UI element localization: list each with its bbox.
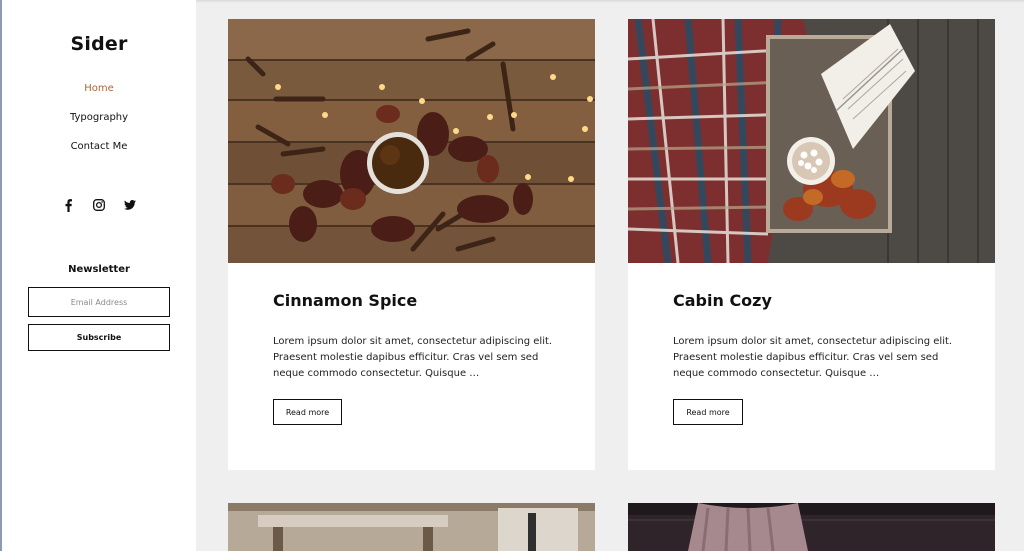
post-title[interactable]: Cabin Cozy xyxy=(673,291,772,310)
twitter-icon[interactable] xyxy=(124,198,136,212)
social-links xyxy=(2,198,196,212)
post-image-cabin-cozy[interactable] xyxy=(628,19,995,263)
post-title[interactable]: Cinnamon Spice xyxy=(273,291,417,310)
main-nav: Home Typography Contact Me xyxy=(2,82,196,169)
post-image-partial[interactable] xyxy=(228,503,595,551)
instagram-icon[interactable] xyxy=(93,198,105,212)
nav-typography[interactable]: Typography xyxy=(2,111,196,140)
subscribe-button[interactable]: Subscribe xyxy=(28,324,170,351)
sidebar: Sider Home Typography Contact Me Newslet… xyxy=(2,0,196,551)
post-image-cinnamon-spice[interactable] xyxy=(228,19,595,263)
site-logo[interactable]: Sider xyxy=(2,33,196,55)
nav-home[interactable]: Home xyxy=(2,82,196,111)
nav-contact-me[interactable]: Contact Me xyxy=(2,140,196,169)
top-shadow xyxy=(196,0,1024,3)
newsletter-heading: Newsletter xyxy=(68,264,130,275)
read-more-button[interactable]: Read more xyxy=(673,399,743,425)
facebook-icon[interactable] xyxy=(62,198,74,212)
post-card: Cinnamon Spice Lorem ipsum dolor sit ame… xyxy=(228,19,595,470)
post-card: Cabin Cozy Lorem ipsum dolor sit amet, c… xyxy=(628,19,995,470)
post-excerpt: Lorem ipsum dolor sit amet, consectetur … xyxy=(273,336,553,379)
email-field[interactable] xyxy=(28,287,170,317)
post-excerpt: Lorem ipsum dolor sit amet, consectetur … xyxy=(673,336,953,379)
read-more-button[interactable]: Read more xyxy=(273,399,342,425)
post-image-partial[interactable] xyxy=(628,503,995,551)
